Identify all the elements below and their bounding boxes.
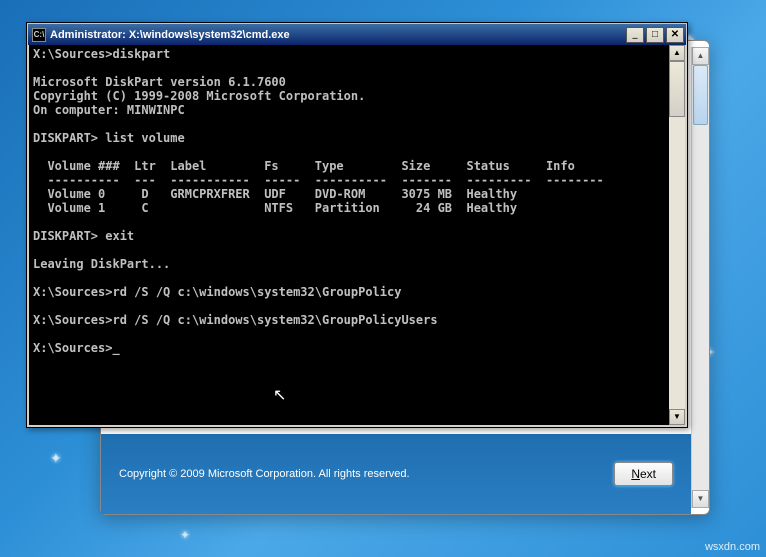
next-button[interactable]: NNextext [614,462,673,486]
window-title: Administrator: X:\windows\system32\cmd.e… [50,29,290,41]
scroll-down-icon[interactable]: ▼ [669,409,685,425]
scroll-up-icon[interactable]: ▲ [692,47,709,65]
scroll-thumb[interactable] [693,65,708,125]
close-button[interactable]: ✕ [666,27,684,43]
maximize-button[interactable]: □ [646,27,664,43]
terminal-scrollbar[interactable]: ▲ ▼ [669,45,685,425]
decoration-star: ✦ [50,450,62,467]
watermark: wsxdn.com [705,541,760,553]
scroll-thumb[interactable] [669,61,685,117]
cmd-window: C:\ Administrator: X:\windows\system32\c… [26,22,688,428]
scroll-up-icon[interactable]: ▲ [669,45,685,61]
terminal-output[interactable]: X:\Sources>diskpart Microsoft DiskPart v… [29,45,669,425]
cmd-icon: C:\ [32,28,46,42]
titlebar[interactable]: C:\ Administrator: X:\windows\system32\c… [27,23,687,45]
scroll-down-icon[interactable]: ▼ [692,490,709,508]
minimize-button[interactable]: _ [626,27,644,43]
copyright-text: Copyright © 2009 Microsoft Corporation. … [119,468,410,480]
setup-scrollbar[interactable]: ▲ ▼ [691,47,709,508]
decoration-star: ✦ [180,528,190,542]
